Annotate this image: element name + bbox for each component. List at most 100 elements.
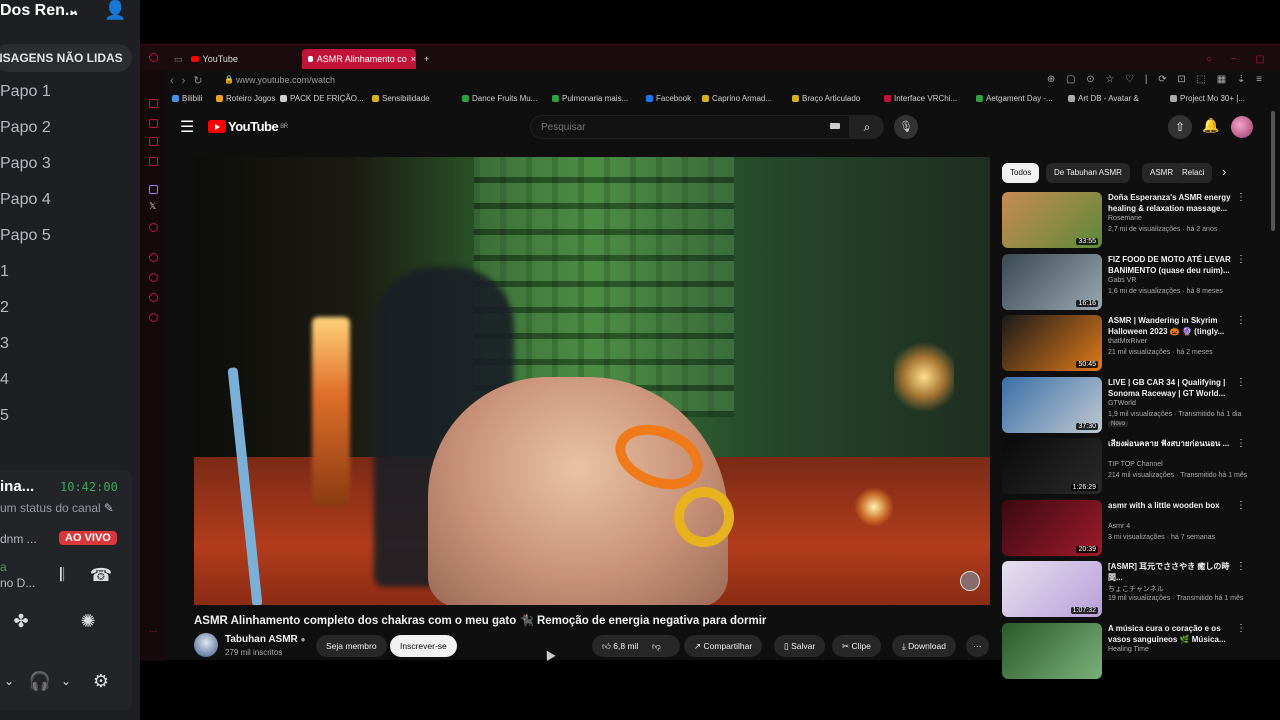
bookmark-item[interactable]: Braço Articulado — [792, 94, 860, 103]
recommended-channel-name[interactable]: ちょこチャンネル — [1108, 584, 1164, 594]
navigation-buttons[interactable]: ‹›↻ — [170, 74, 211, 87]
recommended-video[interactable]: 16:16 FIZ FOOD DE MOTO ATÉ LEVAR BANIMENT… — [1002, 253, 1252, 312]
chevron-right-icon[interactable]: › — [1222, 164, 1226, 179]
home-icon[interactable] — [149, 99, 158, 108]
extension-icons[interactable]: ⊕ ▢ ⊙ ☆ ♡ | ⟳ ⊡ ⬚ ▦ ⇣ ≡ — [1047, 74, 1266, 85]
recommended-channel-name[interactable]: TIP TOP Channel — [1108, 461, 1163, 468]
save-button[interactable]: ▯ Salvar — [774, 635, 826, 657]
recommended-channel-name[interactable]: Asmr 4 — [1108, 523, 1130, 530]
bookmark-item[interactable]: Aetgament Day -... — [976, 94, 1053, 103]
channel-item[interactable]: 5 — [0, 407, 9, 425]
more-vert-icon[interactable]: ⋮ — [1236, 315, 1246, 326]
gear-icon[interactable]: ⚙ — [88, 668, 114, 694]
share-button[interactable]: ↗ Compartilhar — [684, 635, 763, 657]
chip-channel[interactable]: De Tabuhan ASMR — [1046, 163, 1130, 183]
recommended-video[interactable]: 50:45 ASMR | Wandering in Skyrim Hallowee… — [1002, 315, 1252, 373]
video-thumbnail[interactable]: 33:55 — [1002, 192, 1102, 248]
channel-item[interactable]: Papo 4 — [0, 191, 51, 209]
subscribe-button[interactable]: Inscrever-se — [390, 635, 457, 657]
clip-button[interactable]: ✂ Clipe — [832, 635, 881, 657]
bookmark-item[interactable]: Dance Fruits Mu... — [462, 94, 537, 103]
bell-icon[interactable]: 🔔 — [1202, 117, 1219, 134]
chevron-down-icon[interactable]: ⌄ — [0, 668, 22, 694]
like-button[interactable]: 👍︎ 6,8 mil 👎︎ — [592, 635, 680, 657]
video-thumbnail[interactable]: 50:45 — [1002, 315, 1102, 371]
recommended-video[interactable]: A música cura o coração e os vasos sangu… — [1002, 622, 1252, 681]
video-player[interactable] — [194, 157, 990, 605]
download-button[interactable]: ⤓ Download — [892, 635, 956, 657]
bookmark-item[interactable]: Bilibili — [172, 94, 202, 103]
channel-item[interactable]: Papo 3 — [0, 155, 51, 173]
recommended-video-title[interactable]: ASMR | Wandering in Skyrim Halloween 202… — [1108, 315, 1240, 337]
channel-watermark[interactable] — [960, 571, 980, 591]
channel-item[interactable]: 3 — [0, 335, 9, 353]
recommended-video[interactable]: 20:39 asmr with a little wooden box Asmr 4… — [1002, 499, 1252, 558]
window-controls[interactable]: ○ − ▢ ✕ — [1200, 49, 1280, 69]
recommended-channel-name[interactable]: GTWorld — [1108, 400, 1136, 407]
recommended-channel-name[interactable]: Rosemarie — [1108, 215, 1142, 222]
channel-item[interactable]: Papo 1 — [0, 83, 51, 101]
activities-icon[interactable]: ✤ — [8, 608, 34, 634]
recommended-video[interactable]: 1:26:29 เสียงผ่อนคลาย ฟังสบายก่อนนอน ... T… — [1002, 438, 1252, 496]
opera-logo-icon[interactable] — [149, 53, 158, 62]
pencil-icon[interactable]: ✎ — [104, 501, 114, 515]
settings-icon[interactable] — [149, 313, 158, 322]
user-name[interactable]: ina... — [0, 478, 34, 495]
recommended-video[interactable]: 1:07:32 [ASMR] 耳元でささやき 癒しの時間... ちょこチャンネル 19… — [1002, 561, 1252, 619]
more-vert-icon[interactable]: ⋮ — [1236, 438, 1246, 449]
bookmark-item[interactable]: Roteiro Jogos — [216, 94, 275, 103]
video-thumbnail[interactable]: 1:26:29 — [1002, 438, 1102, 494]
bookmark-item[interactable]: Interface VRChi... — [884, 94, 957, 103]
server-name[interactable]: Dos Ren... — [0, 2, 78, 20]
join-button[interactable]: Seja membro — [316, 635, 387, 657]
channel-item[interactable]: 2 — [0, 299, 9, 317]
more-vert-icon[interactable]: ⋮ — [1236, 623, 1246, 634]
chevron-down-icon[interactable]: ⌄ — [68, 2, 79, 18]
bookmark-item[interactable]: Caprino Armad... — [702, 94, 772, 103]
recommended-video-title[interactable]: เสียงผ่อนคลาย ฟังสบายก่อนนอน ... — [1108, 438, 1240, 449]
tab-youtube[interactable]: ▭ YouTube — [168, 49, 288, 69]
recommended-video-title[interactable]: [ASMR] 耳元でささやき 癒しの時間... — [1108, 561, 1240, 583]
youtube-logo[interactable]: YouTube BR — [208, 119, 288, 134]
messenger-icon[interactable] — [149, 119, 158, 128]
recommended-video-title[interactable]: Doña Esperanza's ASMR energy healing & r… — [1108, 192, 1240, 214]
soundwave-icon[interactable]: 𝄃 — [49, 562, 75, 588]
channel-item[interactable]: 4 — [0, 371, 9, 389]
x-icon[interactable]: 𝕏 — [149, 201, 156, 212]
channel-item[interactable]: Papo 5 — [0, 227, 51, 245]
channel-item[interactable]: Papo 2 — [0, 119, 51, 137]
close-tab-icon[interactable]: × — [411, 54, 416, 64]
avatar[interactable] — [1231, 116, 1253, 138]
chip-all[interactable]: Todos — [1002, 163, 1040, 183]
video-thumbnail[interactable]: 16:16 — [1002, 253, 1102, 310]
sidebar-app-icon[interactable] — [149, 223, 158, 232]
channel-avatar[interactable] — [194, 633, 218, 657]
channel-status[interactable]: um status do canal ✎ — [0, 501, 114, 515]
bookmark-item[interactable]: Sensibilidade — [372, 94, 430, 103]
disconnect-call-icon[interactable]: ☎ — [88, 562, 114, 588]
more-vert-icon[interactable]: ⋮ — [1236, 561, 1246, 572]
sidebar-app-icon[interactable] — [149, 273, 158, 282]
video-thumbnail[interactable] — [1002, 622, 1102, 679]
recommended-video-title[interactable]: asmr with a little wooden box — [1108, 500, 1240, 511]
headphones-icon[interactable]: 🎧 — [27, 668, 53, 694]
recommended-channel-name[interactable]: Healing Time — [1108, 646, 1149, 653]
thumbs-down-icon[interactable]: 👎︎ — [652, 635, 661, 657]
bookmark-item[interactable]: PACK DE FRIÇÃO... — [280, 94, 364, 103]
bookmark-item[interactable]: Facebook — [646, 94, 691, 103]
sidebar-app-icon[interactable] — [149, 157, 158, 166]
chevron-down-icon[interactable]: ⌄ — [53, 668, 79, 694]
video-thumbnail[interactable]: 1:07:32 — [1002, 561, 1102, 617]
twitch-icon[interactable] — [149, 185, 158, 194]
more-vert-icon[interactable]: ⋮ — [1236, 254, 1246, 265]
recommended-video-title[interactable]: LIVE | GB CAR 34 | Qualifying | Sonoma R… — [1108, 377, 1240, 399]
server-header[interactable]: Dos Ren... ⌄ 👤 — [0, 0, 140, 24]
microphone-icon[interactable]: 🎙 — [894, 115, 918, 139]
more-vert-icon[interactable]: ⋮ — [1236, 192, 1246, 203]
recommended-channel-name[interactable]: Gabs VR — [1108, 277, 1136, 284]
chip-related[interactable]: Relaci — [1174, 163, 1213, 183]
streaming-user[interactable]: dnm ... — [0, 532, 37, 546]
upload-icon[interactable]: ⇧ — [1168, 115, 1192, 139]
video-thumbnail[interactable]: 20:39 — [1002, 499, 1102, 556]
search-input[interactable]: Pesquisar — [530, 115, 850, 139]
